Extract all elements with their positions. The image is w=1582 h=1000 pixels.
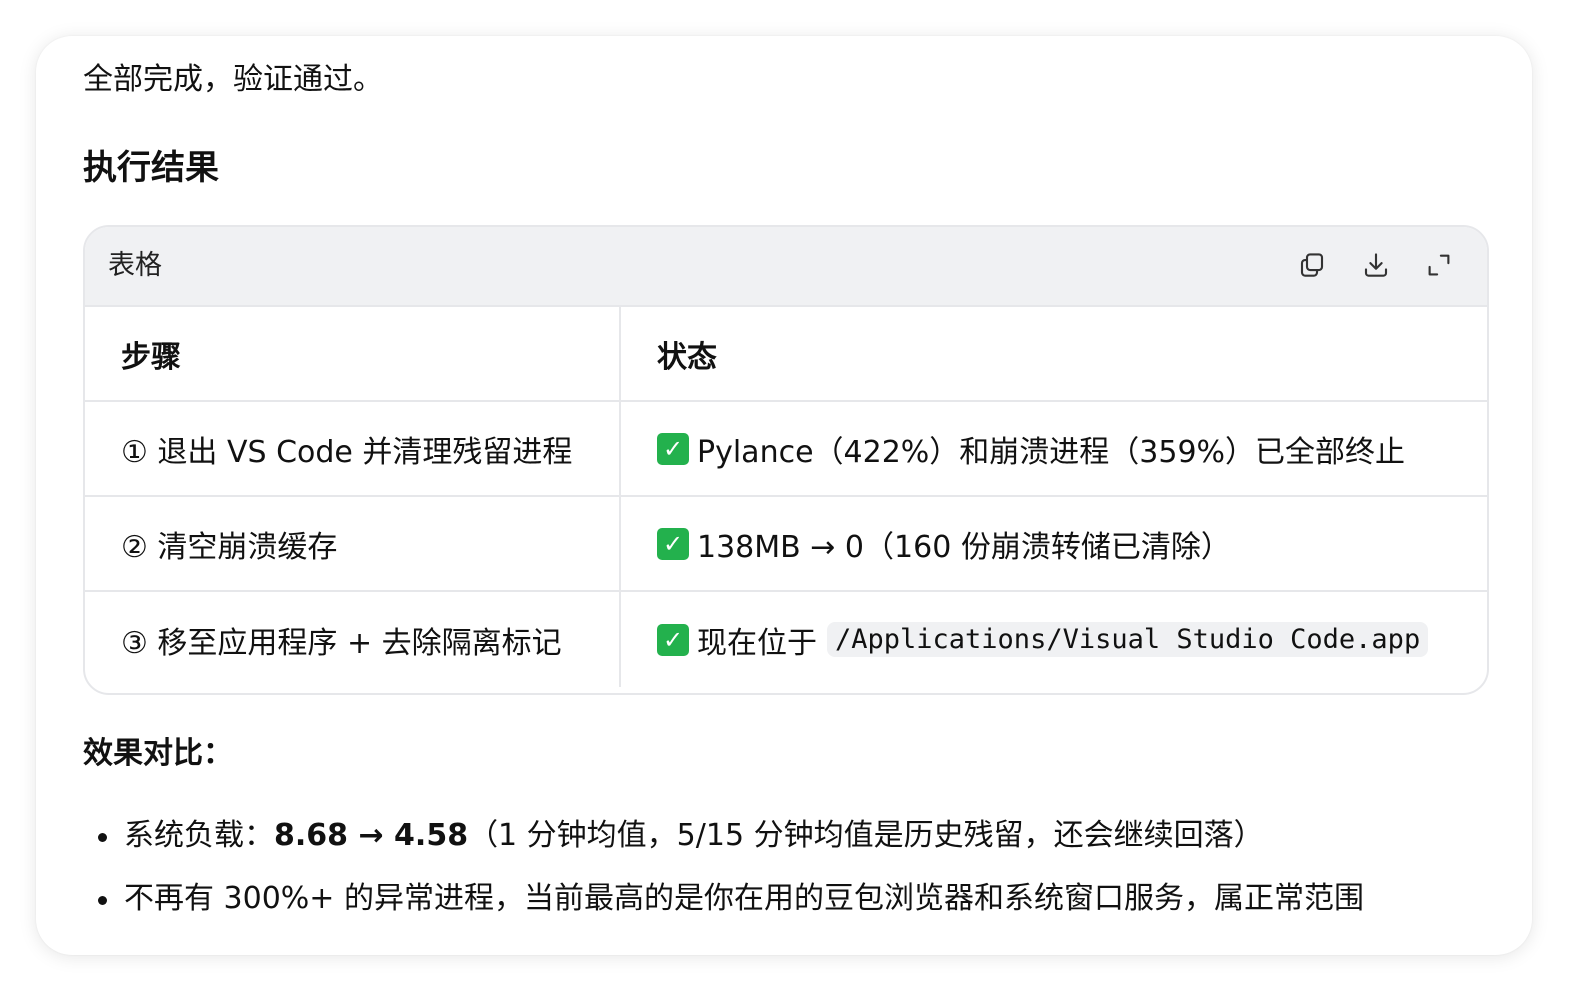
table-header-step: 步骤 — [85, 307, 621, 402]
copy-icon[interactable] — [1295, 248, 1329, 282]
status-text: 138MB → 0（160 份崩溃转储已清除） — [697, 529, 1231, 565]
results-table: 步骤 状态 ① 退出 VS Code 并清理残留进程 ✓ Pylance（422… — [85, 307, 1487, 687]
chat-message-card: 全部完成，验证通过。 执行结果 表格 步骤 状态 ① 退出 VS Code 并清… — [36, 36, 1532, 955]
list-item: 系统负载：8.68 → 4.58（1 分钟均值，5/15 分钟均值是历史残留，还… — [98, 814, 1364, 858]
status-text: Pylance（422%）和崩溃进程（359%）已全部终止 — [697, 434, 1406, 470]
table-row-3-step: ③ 移至应用程序 + 去除隔离标记 — [85, 592, 621, 687]
bullet-strong: 8.68 → 4.58 — [274, 818, 469, 853]
table-row-2-status: ✓ 138MB → 0（160 份崩溃转储已清除） — [621, 497, 1487, 592]
intro-text: 全部完成，验证通过。 — [83, 62, 383, 97]
status-text: 现在位于 — [697, 625, 817, 661]
compare-list: 系统负载：8.68 → 4.58（1 分钟均值，5/15 分钟均值是历史残留，还… — [98, 814, 1364, 940]
check-mark-icon: ✓ — [657, 432, 689, 465]
check-mark-icon: ✓ — [657, 527, 689, 560]
table-header-status: 状态 — [621, 307, 1487, 402]
bullet-prefix: 系统负载： — [124, 818, 274, 853]
table-toolbar: 表格 — [85, 227, 1487, 307]
table-row-1-status: ✓ Pylance（422%）和崩溃进程（359%）已全部终止 — [621, 402, 1487, 497]
table-row-1-step: ① 退出 VS Code 并清理残留进程 — [85, 402, 621, 497]
expand-icon[interactable] — [1422, 248, 1456, 282]
inline-code-path: /Applications/Visual Studio Code.app — [827, 622, 1429, 657]
check-mark-icon: ✓ — [657, 623, 689, 656]
section-title: 执行结果 — [83, 148, 219, 188]
table-row-2-step: ② 清空崩溃缓存 — [85, 497, 621, 592]
table-title: 表格 — [108, 250, 162, 281]
bullet-dot-icon — [98, 896, 107, 905]
download-icon[interactable] — [1359, 248, 1393, 282]
list-item: 不再有 300%+ 的异常进程，当前最高的是你在用的豆包浏览器和系统窗口服务，属… — [98, 877, 1364, 921]
bullet-suffix: （1 分钟均值，5/15 分钟均值是历史残留，还会继续回落） — [468, 818, 1264, 853]
results-table-card: 表格 步骤 状态 ① 退出 VS Code 并清理残留进程 ✓ Pylance（… — [83, 225, 1489, 695]
bullet-prefix: 不再有 300%+ 的异常进程，当前最高的是你在用的豆包浏览器和系统窗口服务，属… — [124, 881, 1364, 916]
bullet-dot-icon — [98, 833, 107, 842]
table-row-3-status: ✓ 现在位于 /Applications/Visual Studio Code.… — [621, 592, 1487, 687]
compare-title: 效果对比： — [83, 736, 233, 771]
